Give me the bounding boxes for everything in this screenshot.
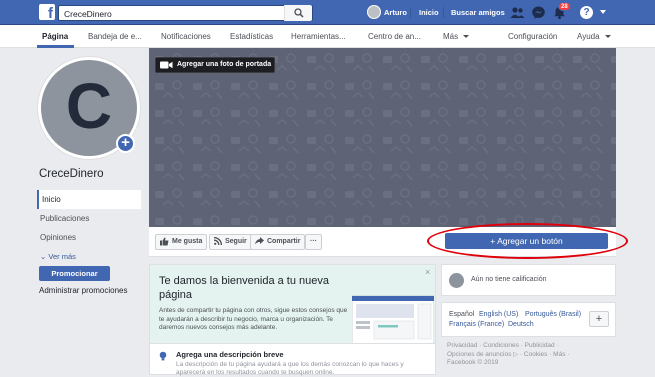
add-profile-photo-button[interactable]: + <box>116 134 135 153</box>
tab-ad-center[interactable]: Centro de an... <box>368 32 421 41</box>
tab-publishing-tools[interactable]: Herramientas... <box>291 32 346 41</box>
tab-inbox[interactable]: Bandeja de e... <box>88 32 142 41</box>
messenger-icon[interactable] <box>531 5 546 20</box>
tab-insights[interactable]: Estadísticas <box>230 32 273 41</box>
footer-links-row[interactable]: Privacidad · Condiciones · Publicidad · <box>447 342 617 351</box>
search-button[interactable] <box>284 5 312 21</box>
language-link[interactable]: Deutsch <box>508 321 534 328</box>
facebook-logo-icon[interactable]: f <box>39 4 55 20</box>
language-link[interactable]: Português (Brasil) <box>525 311 581 318</box>
share-button[interactable]: Compartir <box>250 234 306 250</box>
more-options-button[interactable]: ··· <box>305 234 322 250</box>
close-icon[interactable]: × <box>425 267 430 277</box>
follow-label: Seguir <box>225 238 247 245</box>
manage-promotions-link[interactable]: Administrar promociones <box>39 286 127 295</box>
left-nav-item-home[interactable]: Inicio <box>37 190 141 209</box>
tab-more-label: Más <box>443 32 459 41</box>
lightbulb-icon <box>159 351 167 361</box>
rating-card: Aún no tiene calificación <box>441 264 616 296</box>
language-link[interactable]: English (US) <box>479 311 518 318</box>
tip-title[interactable]: Agrega una descripción breve <box>176 350 284 359</box>
copyright: Facebook © 2019 <box>447 359 499 366</box>
see-more-label: Ver más <box>48 252 76 261</box>
active-tab-indicator <box>37 45 74 48</box>
friend-requests-icon[interactable] <box>510 5 525 20</box>
rss-icon <box>213 237 223 246</box>
page-preview-illustration <box>352 295 434 344</box>
footer-links-row[interactable]: Opciones de anuncios ▷ · Cookies · Más · <box>447 351 617 360</box>
share-arrow-icon <box>255 237 264 245</box>
video-camera-icon <box>160 61 173 69</box>
welcome-title: Te damos la bienvenida a tu nueva página <box>159 275 330 301</box>
footer: Privacidad · Condiciones · Publicidad · … <box>447 342 617 368</box>
left-nav-item-reviews[interactable]: Opiniones <box>37 228 141 247</box>
left-nav-item-posts[interactable]: Publicaciones <box>37 209 141 228</box>
welcome-description: Antes de compartir tu página con otros, … <box>159 307 348 331</box>
notification-count-badge: 28 <box>558 2 571 11</box>
tab-more[interactable]: Más <box>443 32 470 41</box>
red-highlight-ellipse <box>427 223 628 259</box>
add-cover-photo-button[interactable]: Agregar una foto de portada <box>155 57 275 73</box>
search-icon <box>294 8 304 18</box>
find-friends-link[interactable]: Buscar amigos <box>451 8 505 17</box>
help-icon[interactable]: ? <box>580 6 593 19</box>
tab-help[interactable]: Ayuda <box>577 32 611 41</box>
cover-photo-area: Agregar una foto de portada <box>149 48 616 227</box>
promote-button[interactable]: Promocionar <box>39 266 110 281</box>
add-language-button[interactable]: + <box>589 311 609 327</box>
cover-pattern <box>149 48 616 227</box>
chevron-down-icon <box>463 35 470 39</box>
search-box <box>58 5 313 21</box>
tab-pagina[interactable]: Página <box>42 32 68 41</box>
search-input[interactable] <box>64 7 284 20</box>
tab-help-label: Ayuda <box>577 32 600 41</box>
page-title[interactable]: CreceDinero <box>39 168 104 180</box>
thumbs-up-icon <box>160 237 169 246</box>
language-card: Español English (US) Português (Brasil) … <box>441 302 616 337</box>
profile-letter: C <box>65 70 113 142</box>
chevron-down-icon <box>604 35 611 39</box>
like-label: Me gusta <box>172 238 203 245</box>
divider <box>150 343 435 344</box>
top-bar: f Arturo Inicio Buscar amigos 28 ? <box>0 0 655 25</box>
welcome-card: Te damos la bienvenida a tu nueva página… <box>149 264 436 376</box>
follow-button[interactable]: Seguir <box>209 234 252 250</box>
account-menu-caret-icon[interactable] <box>600 10 606 14</box>
divider <box>410 7 411 18</box>
left-nav: Inicio Publicaciones Opiniones ⌄ Ver más <box>37 190 141 266</box>
home-link[interactable]: Inicio <box>419 8 439 17</box>
tab-notifications[interactable]: Notificaciones <box>161 32 211 41</box>
rating-status-text: Aún no tiene calificación <box>471 276 547 283</box>
rating-icon <box>449 273 464 288</box>
user-avatar[interactable] <box>367 5 381 19</box>
like-button[interactable]: Me gusta <box>155 234 208 250</box>
left-nav-see-more[interactable]: ⌄ Ver más <box>37 247 141 266</box>
divider <box>443 7 444 18</box>
tab-settings[interactable]: Configuración <box>508 32 557 41</box>
share-label: Compartir <box>267 238 301 245</box>
user-name-link[interactable]: Arturo <box>384 8 407 17</box>
language-link[interactable]: Français (France) <box>449 321 504 328</box>
add-cover-photo-label: Agregar una foto de portada <box>177 61 272 68</box>
current-language: Español <box>449 311 475 318</box>
page-nav-bar: Página Bandeja de e... Notificaciones Es… <box>0 25 655 48</box>
